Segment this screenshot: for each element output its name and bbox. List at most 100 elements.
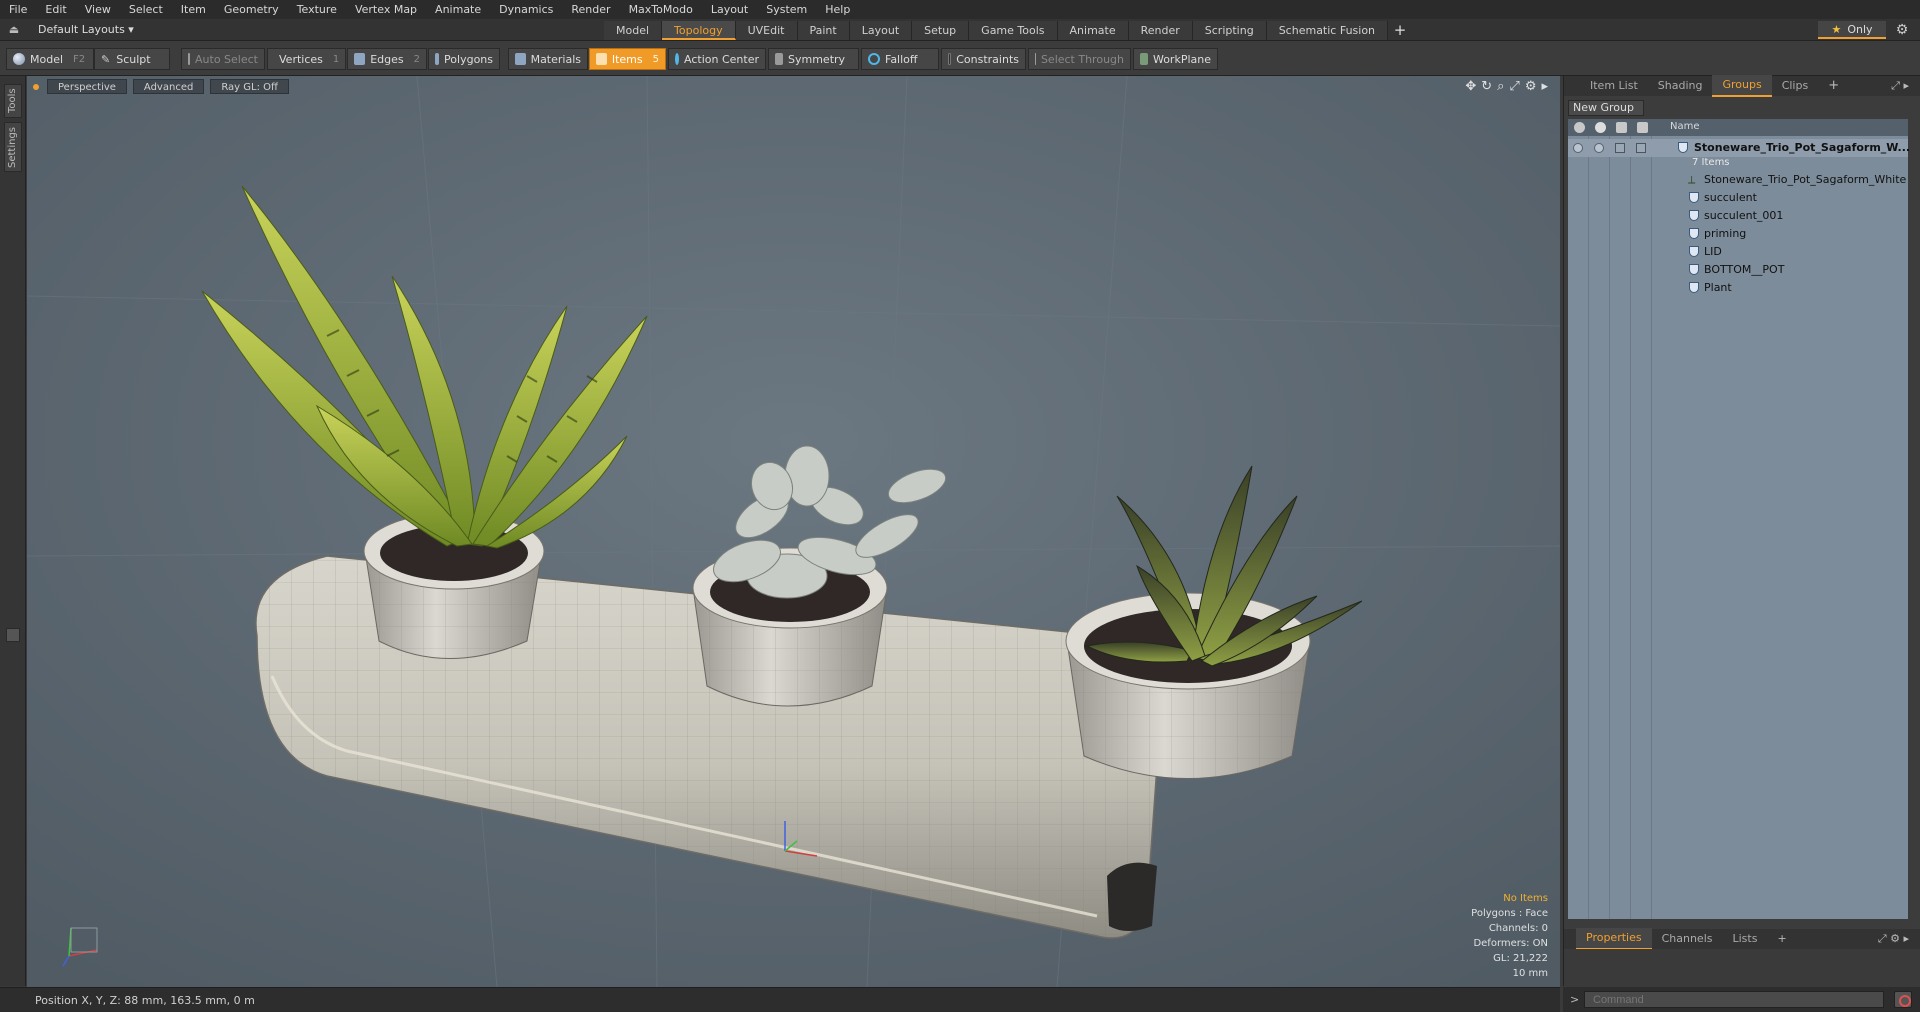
- tab-game-tools[interactable]: Game Tools: [969, 21, 1058, 40]
- viewport-arrow-icon[interactable]: ▸: [1541, 79, 1548, 94]
- only-label: Only: [1847, 23, 1873, 36]
- menu-maxtomodo[interactable]: MaxToModo: [620, 0, 702, 19]
- tab-model[interactable]: Model: [604, 21, 663, 40]
- polygons-button[interactable]: Polygons: [428, 48, 500, 70]
- collapse-panel-button[interactable]: [6, 628, 20, 642]
- tab-groups[interactable]: Groups: [1712, 75, 1772, 97]
- menu-layout[interactable]: Layout: [702, 0, 757, 19]
- render-column-icon[interactable]: [1595, 122, 1606, 133]
- menu-file[interactable]: File: [0, 0, 36, 19]
- tree-item-plant[interactable]: Plant: [1568, 279, 1908, 297]
- tab-setup[interactable]: Setup: [912, 21, 970, 40]
- tab-item-list[interactable]: Item List: [1580, 76, 1648, 96]
- lock-toggle[interactable]: [1615, 143, 1625, 153]
- action-center-button[interactable]: Action Center: [668, 48, 766, 70]
- menu-select[interactable]: Select: [120, 0, 172, 19]
- layout-toggle-icon[interactable]: ⏏: [6, 22, 22, 38]
- vertices-button[interactable]: Vertices 1: [267, 48, 346, 70]
- only-button[interactable]: ★ Only: [1818, 21, 1886, 39]
- tree-item-priming[interactable]: priming: [1568, 225, 1908, 243]
- properties-tabs: Properties Channels Lists + ⤢ ⚙ ▸: [1564, 928, 1920, 950]
- falloff-button[interactable]: Falloff: [861, 48, 939, 70]
- menu-texture[interactable]: Texture: [288, 0, 346, 19]
- record-macro-button[interactable]: [1894, 991, 1912, 1008]
- workplane-button[interactable]: WorkPlane: [1133, 48, 1218, 70]
- tab-lists[interactable]: Lists: [1723, 929, 1768, 949]
- sculpt-button[interactable]: ✎ Sculpt: [94, 48, 170, 70]
- menu-dynamics[interactable]: Dynamics: [490, 0, 562, 19]
- model-mode-button[interactable]: Model F2: [6, 48, 94, 70]
- workplane-icon: [1140, 53, 1148, 65]
- lock-column-icon[interactable]: [1616, 122, 1627, 133]
- shading-mode-button[interactable]: Advanced: [132, 79, 205, 94]
- add-panel-tab-button[interactable]: +: [1818, 76, 1849, 96]
- tab-render[interactable]: Render: [1128, 21, 1193, 40]
- visibility-column-icon[interactable]: [1574, 122, 1585, 133]
- pan-icon[interactable]: ✥: [1465, 79, 1476, 94]
- menu-vertex-map[interactable]: Vertex Map: [346, 0, 426, 19]
- materials-label: Materials: [530, 52, 581, 66]
- edges-button[interactable]: Edges 2: [347, 48, 427, 70]
- menu-help[interactable]: Help: [816, 0, 859, 19]
- menu-item[interactable]: Item: [172, 0, 215, 19]
- materials-button[interactable]: Materials: [508, 48, 588, 70]
- select-column-icon[interactable]: [1637, 122, 1648, 133]
- tab-layout[interactable]: Layout: [849, 21, 913, 40]
- symmetry-button[interactable]: Symmetry: [768, 48, 859, 70]
- menu-geometry[interactable]: Geometry: [215, 0, 288, 19]
- tree-item-stoneware[interactable]: ⟂ Stoneware_Trio_Pot_Sagaform_White: [1568, 171, 1908, 189]
- raygl-button[interactable]: Ray GL: Off: [210, 79, 289, 94]
- constraints-button[interactable]: Constraints: [941, 48, 1026, 70]
- add-properties-tab-button[interactable]: +: [1767, 929, 1796, 949]
- new-group-button[interactable]: New Group: [1568, 100, 1644, 116]
- viewport-options-icon[interactable]: [33, 83, 39, 90]
- tab-schematic-fusion[interactable]: Schematic Fusion: [1266, 21, 1389, 40]
- render-toggle[interactable]: [1594, 143, 1604, 153]
- tab-topology[interactable]: Topology: [662, 21, 736, 40]
- visibility-toggle[interactable]: [1573, 143, 1583, 153]
- name-column-header[interactable]: Name: [1670, 121, 1700, 132]
- menu-view[interactable]: View: [76, 0, 120, 19]
- tab-animate[interactable]: Animate: [1057, 21, 1129, 40]
- tab-scripting[interactable]: Scripting: [1192, 21, 1267, 40]
- menu-edit[interactable]: Edit: [36, 0, 75, 19]
- zoom-icon[interactable]: ⌕: [1497, 79, 1504, 94]
- select-toggle[interactable]: [1636, 143, 1646, 153]
- tab-shading[interactable]: Shading: [1648, 76, 1713, 96]
- viewport-info: No Items Polygons : Face Channels: 0 Def…: [1471, 891, 1548, 981]
- layout-selector[interactable]: Default Layouts ▾: [30, 21, 142, 39]
- properties-expand-icon[interactable]: ⤢ ⚙ ▸: [1878, 932, 1909, 946]
- menu-bar: File Edit View Select Item Geometry Text…: [0, 0, 1920, 19]
- items-button[interactable]: Items 5: [589, 48, 666, 70]
- add-tab-button[interactable]: +: [1388, 21, 1412, 40]
- command-history-arrow[interactable]: >: [1570, 993, 1579, 1006]
- tree-item-lid[interactable]: LID: [1568, 243, 1908, 261]
- view-mode-button[interactable]: Perspective: [47, 79, 127, 94]
- menu-render[interactable]: Render: [562, 0, 619, 19]
- right-panel-tabs: Item List Shading Groups Clips + ⤢ ▸: [1564, 75, 1920, 97]
- tree-item-bottom-pot[interactable]: BOTTOM__POT: [1568, 261, 1908, 279]
- tab-properties[interactable]: Properties: [1576, 928, 1652, 950]
- grid-scale: 10 mm: [1512, 968, 1548, 979]
- auto-select-button[interactable]: Auto Select: [181, 48, 265, 70]
- tree-item-succulent-001[interactable]: succulent_001: [1568, 207, 1908, 225]
- rotate-icon[interactable]: ↻: [1481, 79, 1492, 94]
- group-row[interactable]: Stoneware_Trio_Pot_Sagaform_W...: [1568, 139, 1910, 157]
- menu-animate[interactable]: Animate: [426, 0, 490, 19]
- tree-item-succulent[interactable]: succulent: [1568, 189, 1908, 207]
- command-input[interactable]: [1584, 991, 1884, 1008]
- settings-vertical-tab[interactable]: Settings: [4, 122, 22, 172]
- tab-clips[interactable]: Clips: [1772, 76, 1819, 96]
- fit-icon[interactable]: ⤢: [1509, 79, 1519, 94]
- menu-system[interactable]: System: [757, 0, 816, 19]
- tab-uvedit[interactable]: UVEdit: [735, 21, 798, 40]
- select-through-button[interactable]: Select Through: [1028, 48, 1131, 70]
- star-icon: ★: [1831, 23, 1842, 36]
- tools-vertical-tab[interactable]: Tools: [4, 84, 22, 118]
- tab-paint[interactable]: Paint: [797, 21, 850, 40]
- 3d-viewport[interactable]: Perspective Advanced Ray GL: Off ✥ ↻ ⌕ ⤢…: [27, 76, 1560, 987]
- gear-icon[interactable]: ⚙: [1893, 21, 1911, 39]
- tab-channels[interactable]: Channels: [1652, 929, 1723, 949]
- expand-icon[interactable]: ⤢ ▸: [1891, 79, 1909, 93]
- viewport-gear-icon[interactable]: ⚙: [1525, 79, 1537, 94]
